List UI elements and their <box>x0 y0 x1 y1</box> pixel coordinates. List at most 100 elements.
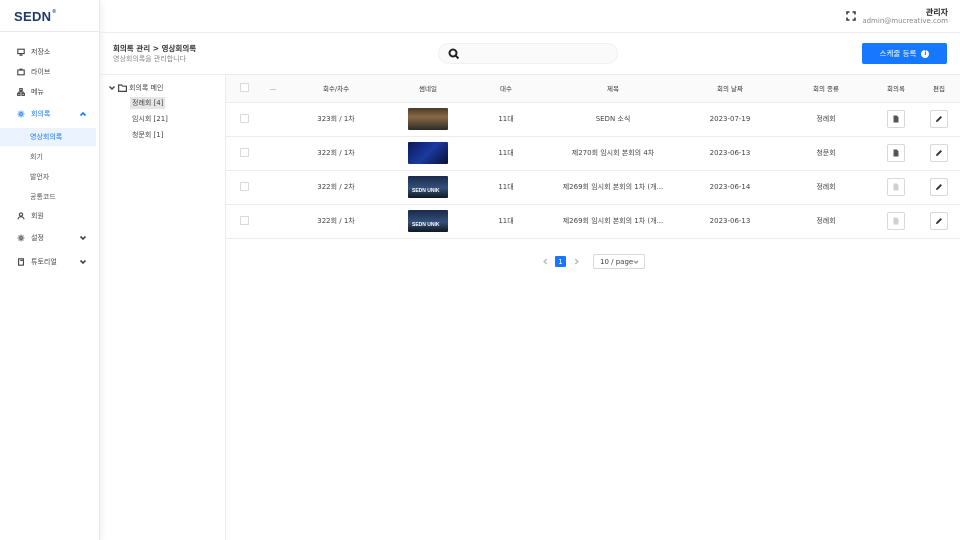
table-row[interactable]: 323회 / 1차 11대 SEDN 소식 2023-07-19 정례회 <box>226 102 960 137</box>
gear-icon <box>16 233 26 243</box>
chevron-down-icon <box>79 258 87 266</box>
cell-term: 11대 <box>468 204 544 239</box>
document-icon <box>893 217 899 225</box>
document-icon <box>893 183 899 191</box>
tv-icon <box>16 67 26 77</box>
header-minutes: 회의록 <box>874 75 918 103</box>
header-term: 대수 <box>468 75 544 103</box>
monitor-icon <box>16 47 26 57</box>
cell-session: 322회 / 2차 <box>284 170 388 205</box>
cell-session: 323회 / 1차 <box>284 102 388 137</box>
sidebar: SEDN® 저장소 라이브 메뉴 회의록 영상회의록 회기 발언자 공통코드 회… <box>0 0 100 540</box>
search-icon[interactable] <box>448 48 460 60</box>
sitemap-icon <box>16 87 26 97</box>
video-thumbnail[interactable]: SEDN UNIK <box>408 176 448 198</box>
info-icon: i <box>921 49 930 58</box>
minutes-document-button[interactable] <box>887 144 905 162</box>
table-row[interactable]: 322회 / 1차 11대 제270회 임시회 본회의 4차 2023-06-1… <box>226 136 960 171</box>
header-title: 제목 <box>544 75 682 103</box>
table-header: ... 회수/차수 썸네일 대수 제목 회의 날짜 회의 종류 회의록 편집 <box>226 75 960 103</box>
pencil-icon <box>936 116 942 122</box>
cell-term: 11대 <box>468 136 544 171</box>
logo-divider <box>0 31 100 32</box>
header-session: 회수/차수 <box>284 75 388 103</box>
page-size-select[interactable]: 10 / page <box>593 254 645 269</box>
header-type: 회의 종류 <box>778 75 874 103</box>
video-thumbnail[interactable]: SEDN UNIK <box>408 210 448 232</box>
sidebar-item-minutes[interactable]: 회의록 <box>0 105 99 123</box>
sidebar-subitem-session[interactable]: 회기 <box>0 148 96 166</box>
next-page-icon[interactable] <box>571 257 581 267</box>
minutes-document-button[interactable] <box>887 110 905 128</box>
tree-node-extraordinary[interactable]: 임시회 [21] <box>130 113 170 125</box>
row-checkbox[interactable] <box>239 113 249 123</box>
edit-button[interactable] <box>930 212 948 230</box>
cell-title[interactable]: 제269회 임시회 본회의 1차 (개... <box>544 170 682 205</box>
cell-session: 322회 / 1차 <box>284 204 388 239</box>
header-date: 회의 날짜 <box>682 75 778 103</box>
sidebar-item-settings[interactable]: 설정 <box>0 229 99 247</box>
sidebar-item-menu[interactable]: 메뉴 <box>0 83 99 101</box>
chevron-down-icon <box>633 259 639 265</box>
prev-page-icon[interactable] <box>540 257 550 267</box>
header-more[interactable]: ... <box>262 75 284 103</box>
caret-down-icon[interactable] <box>108 84 116 92</box>
row-checkbox[interactable] <box>239 181 249 191</box>
cell-type: 정례회 <box>778 102 874 137</box>
cell-type: 정례회 <box>778 204 874 239</box>
sidebar-subitem-common-code[interactable]: 공통코드 <box>0 188 96 206</box>
minutes-document-button <box>887 178 905 196</box>
page-number-current[interactable]: 1 <box>555 256 566 267</box>
cell-date: 2023-07-19 <box>682 102 778 137</box>
gear-icon <box>16 109 26 119</box>
sidebar-subitem-video-minutes[interactable]: 영상회의록 <box>0 128 96 146</box>
sidebar-item-members[interactable]: 회원 <box>0 207 99 225</box>
sidebar-item-live[interactable]: 라이브 <box>0 63 99 81</box>
video-thumbnail[interactable] <box>408 142 448 164</box>
minutes-table: ... 회수/차수 썸네일 대수 제목 회의 날짜 회의 종류 회의록 편집 3… <box>226 75 960 239</box>
chevron-up-icon <box>79 110 87 118</box>
search-input[interactable] <box>465 46 613 62</box>
cell-title[interactable]: SEDN 소식 <box>544 102 682 137</box>
sidebar-item-tutorial[interactable]: 튜토리얼 <box>0 253 99 271</box>
fullscreen-icon[interactable] <box>846 11 856 21</box>
edit-button[interactable] <box>930 178 948 196</box>
page-subtitle: 영상회의록을 관리합니다 <box>113 55 187 63</box>
document-icon <box>893 149 899 157</box>
document-icon <box>893 115 899 123</box>
register-schedule-button[interactable]: 스케줄 등록 i <box>862 43 947 64</box>
header-thumbnail: 썸네일 <box>388 75 468 103</box>
breadcrumb: 회의록 관리 > 영상회의록 <box>113 44 197 53</box>
cell-date: 2023-06-13 <box>682 136 778 171</box>
cell-title[interactable]: 제270회 임시회 본회의 4차 <box>544 136 682 171</box>
pencil-icon <box>936 150 942 156</box>
sidebar-item-storage[interactable]: 저장소 <box>0 43 99 61</box>
category-tree: 회의록 메인 정례회 [4] 임시회 [21] 청문회 [1] <box>100 75 226 540</box>
select-all-checkbox[interactable] <box>239 82 249 92</box>
sidebar-subitem-speaker[interactable]: 발언자 <box>0 168 96 186</box>
cell-term: 11대 <box>468 170 544 205</box>
row-checkbox[interactable] <box>239 147 249 157</box>
pagination: 1 10 / page <box>540 254 645 269</box>
video-thumbnail[interactable] <box>408 108 448 130</box>
cell-type: 정례회 <box>778 170 874 205</box>
pencil-icon <box>936 184 942 190</box>
cell-title[interactable]: 제269회 임시회 본회의 1차 (개... <box>544 204 682 239</box>
header-edit: 편집 <box>918 75 960 103</box>
search-box <box>438 43 618 64</box>
row-checkbox[interactable] <box>239 215 249 225</box>
header-select-all[interactable] <box>226 75 262 103</box>
tree-root[interactable]: 회의록 메인 <box>108 83 163 93</box>
tree-node-hearing[interactable]: 청문회 [1] <box>130 129 165 141</box>
table-row[interactable]: 322회 / 2차 SEDN UNIK 11대 제269회 임시회 본회의 1차… <box>226 170 960 205</box>
edit-button[interactable] <box>930 110 948 128</box>
minutes-document-button <box>887 212 905 230</box>
table-row[interactable]: 322회 / 1차 SEDN UNIK 11대 제269회 임시회 본회의 1차… <box>226 204 960 239</box>
edit-button[interactable] <box>930 144 948 162</box>
logo[interactable]: SEDN® <box>14 9 56 24</box>
cell-session: 322회 / 1차 <box>284 136 388 171</box>
cell-date: 2023-06-14 <box>682 170 778 205</box>
tree-node-regular[interactable]: 정례회 [4] <box>130 97 166 109</box>
user-icon <box>16 211 26 221</box>
topbar: 관리자 admin@mucreative.com <box>100 0 960 33</box>
